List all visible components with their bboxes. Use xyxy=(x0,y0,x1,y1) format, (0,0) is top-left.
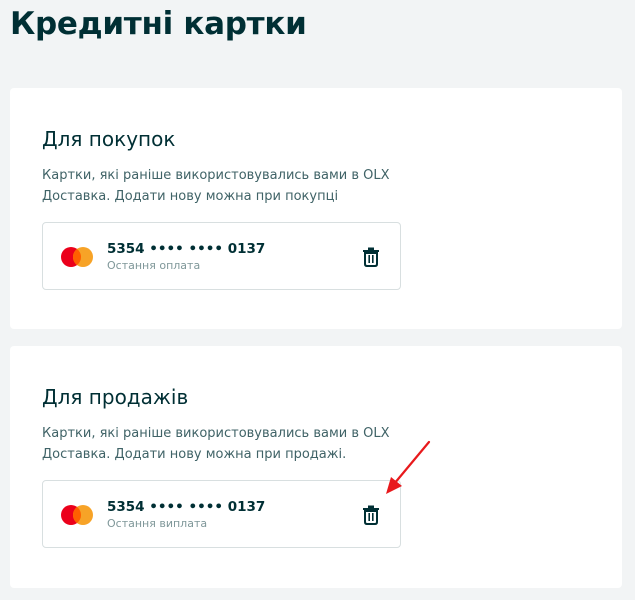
purchases-section-title: Для покупок xyxy=(42,127,176,151)
card-number: 5354 •••• •••• 0137 xyxy=(107,499,266,515)
sales-section-title: Для продажів xyxy=(42,385,189,409)
purchases-section-description: Картки, які раніше використовувались вам… xyxy=(42,168,390,204)
delete-card-button[interactable] xyxy=(357,501,385,529)
mastercard-icon xyxy=(61,505,93,525)
sales-section-description: Картки, які раніше використовувались вам… xyxy=(42,426,390,462)
page-title: Кредитні картки xyxy=(10,6,307,42)
sales-card-item: 5354 •••• •••• 0137 Остання виплата xyxy=(42,480,401,548)
card-last-payout-label: Остання виплата xyxy=(107,517,208,530)
sales-section: Для продажів Картки, які раніше використ… xyxy=(10,346,622,588)
trash-icon xyxy=(363,505,379,525)
card-number: 5354 •••• •••• 0137 xyxy=(107,241,266,257)
purchases-card-item: 5354 •••• •••• 0137 Остання оплата xyxy=(42,222,401,290)
card-last-payment-label: Остання оплата xyxy=(107,259,201,272)
mastercard-icon xyxy=(61,247,93,267)
trash-icon xyxy=(363,247,379,267)
purchases-section: Для покупок Картки, які раніше використо… xyxy=(10,88,622,329)
delete-card-button[interactable] xyxy=(357,243,385,271)
